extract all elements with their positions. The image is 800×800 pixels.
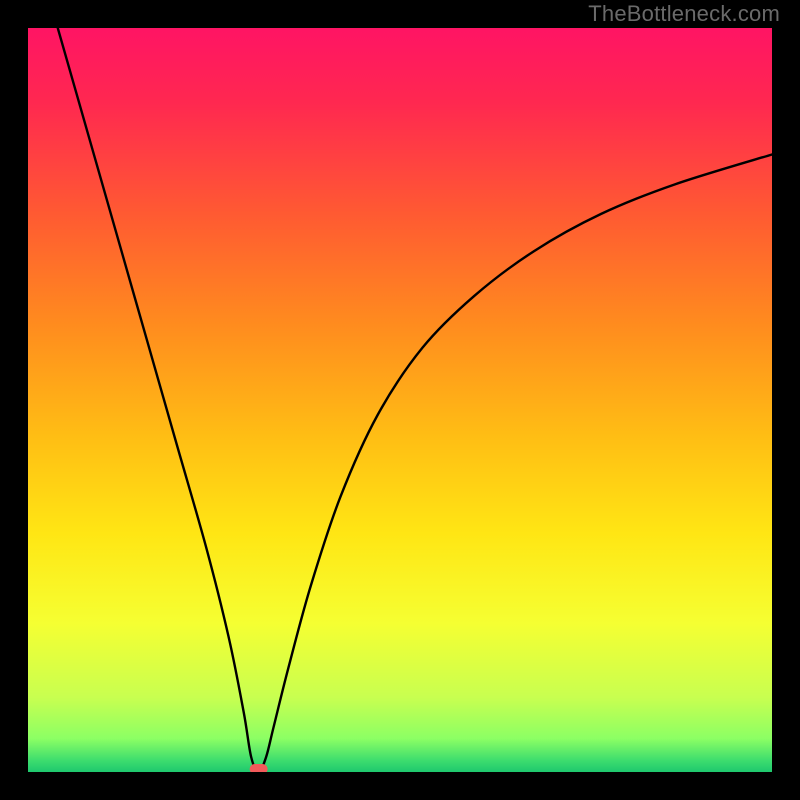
watermark-text: TheBottleneck.com: [588, 1, 780, 27]
gradient-background: [28, 28, 772, 772]
plot-area: [28, 28, 772, 772]
chart-svg: [28, 28, 772, 772]
chart-frame: TheBottleneck.com: [0, 0, 800, 800]
trough-marker: [250, 764, 268, 772]
